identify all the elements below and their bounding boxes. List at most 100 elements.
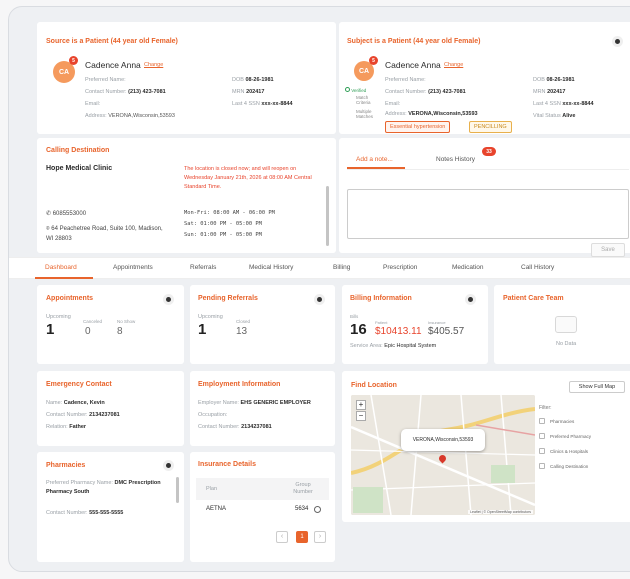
subject-patient-card: Subject is a Patient (44 year old Female… [339,22,630,134]
info-icon[interactable] [163,460,174,471]
filter-checkbox-calling-destination[interactable] [539,463,545,469]
verified-status: Verified [345,87,366,93]
info-icon[interactable] [465,294,476,305]
upcoming-count: 1 [46,321,55,338]
appointments-title: Appointments [46,295,94,302]
bills-label: Bills [350,314,359,319]
change-link[interactable]: Change [144,62,163,68]
noshow-label: No Show [117,319,136,324]
match-criteria-link[interactable]: Match Criteria [356,95,376,105]
tab-medical-history[interactable]: Medical History [249,264,293,271]
current-page[interactable]: 1 [296,531,308,543]
scrollbar[interactable] [326,186,329,246]
emergency-title: Emergency Contact [46,381,112,388]
source-title: Source is a Patient (44 year old Female) [46,38,178,45]
canceled-label: Canceled [83,319,103,324]
emergency-contact-card: Emergency Contact Name: Cadence, Kevin C… [37,371,184,446]
care-team-title: Patient Care Team [503,295,564,302]
filter-checkbox-clinics[interactable] [539,448,545,454]
upcoming-label: Upcoming [46,314,71,320]
preferred-name-label: Preferred Name: [385,77,426,83]
main-tabs: Dashboard Appointments Referrals Medical… [9,257,630,279]
vital-status: Vital Status Alive [533,113,576,119]
tab-notes-history[interactable]: Notes History [436,156,475,163]
tab-dashboard[interactable]: Dashboard [45,264,77,271]
patient-name: Cadence Anna [385,60,441,70]
address: Address: VERONA,Wisconsin,53593 [385,111,478,117]
table-row: AETNA 5634 [196,502,329,516]
next-page-button[interactable]: › [314,531,326,543]
filter-checkbox-preferred-pharmacy[interactable] [539,433,545,439]
col-plan: Plan [206,486,218,492]
clinic-name: Hope Medical Clinic [46,165,113,172]
upcoming-label: Upcoming [198,314,223,320]
info-circle-icon[interactable] [314,506,321,513]
table-header: Plan Group Number [196,478,329,500]
calling-destination-card: Calling Destination Hope Medical Clinic … [37,138,336,253]
pharmacy-contact: Contact Number: 555-555-5555 [46,510,124,516]
address: Address: VERONA,Wisconsin,53593 [85,113,175,119]
hours-sunday: Sun: 01:00 PM - 05:00 PM [184,232,262,238]
tab-prescription[interactable]: Prescription [383,264,417,271]
closed-notice: The location is closed now; and will reo… [184,166,312,190]
employment-card: Employment Information Employer Name: EH… [190,371,335,446]
noshow-count: 8 [117,326,123,337]
alert-badge: 5 [369,56,378,65]
change-link[interactable]: Change [444,62,463,68]
save-button[interactable]: Save [591,243,625,257]
insurance-title: Insurance Details [198,461,256,468]
billing-card: Billing Information Bills 16 Patient $10… [342,285,488,364]
filter-checkbox-pharmacies[interactable] [539,418,545,424]
notes-count-badge: 33 [482,147,496,156]
pharmacies-card: Pharmacies Preferred Pharmacy Name: DMC … [37,452,184,562]
no-data-text: No Data [556,341,577,347]
note-input[interactable] [347,189,629,239]
condition-tag: Essential hypertension [385,121,451,133]
scrollbar[interactable] [176,477,179,503]
active-tab-indicator [35,277,93,279]
insurance-amount: $405.57 [428,326,465,337]
tab-medication[interactable]: Medication [452,264,483,271]
referrals-title: Pending Referrals [198,295,258,302]
tab-referrals[interactable]: Referrals [190,264,216,271]
subject-title: Subject is a Patient (44 year old Female… [347,38,481,45]
insurance-amount-label: Insurance [428,320,446,325]
filter-label-preferred-pharmacy: Preferred Pharmacy [550,434,592,439]
info-icon[interactable] [163,294,174,305]
hours-weekday: Mon-Fri: 08:00 AM - 06:00 PM [184,210,275,216]
check-icon [345,87,350,92]
prev-page-button[interactable]: ‹ [276,531,288,543]
contact-number: Contact Number: (213) 423-7081 [385,89,466,95]
hours-saturday: Sat: 01:00 PM - 05:00 PM [184,221,262,227]
info-icon[interactable] [314,294,325,305]
emergency-relation: Relation: Father [46,424,87,430]
group-cell: 5634 [295,506,309,512]
source-patient-card: Source is a Patient (44 year old Female)… [37,22,336,134]
preferred-pharmacy: Preferred Pharmacy Name: DMC Prescriptio… [46,480,161,495]
billing-title: Billing Information [350,295,412,302]
contact-number: Contact Number: (213) 423-7081 [85,89,166,95]
col-group: Group Number [293,482,313,495]
tab-billing[interactable]: Billing [333,264,350,271]
ssn: Last 4 SSN xxx-xx-8844 [533,101,594,107]
info-icon[interactable] [612,36,623,47]
zoom-out-button[interactable]: − [356,411,366,421]
tab-appointments[interactable]: Appointments [113,264,153,271]
phone-icon: ✆ [46,211,52,217]
map[interactable]: + − VERONA,Wisconsin,53593 Leaflet | © O… [351,395,535,515]
closed-label: Closed [236,319,251,324]
tab-add-note[interactable]: Add a note... [356,156,393,163]
mrn: MRN 202417 [533,89,566,95]
care-team-card: Patient Care Team No Data [494,285,630,364]
email-label: Email: [85,101,101,107]
filter-label-calling-destination: Calling Destination [550,464,589,469]
occupation-label: Occupation: [198,412,228,418]
employer-name: Employer Name: EHS GENERIC EMPLOYER [198,400,311,406]
multiple-matches-link[interactable]: Multiple Matches [356,109,378,119]
dob: DOB 08-26-1981 [533,77,575,83]
filter-label: Filter: [539,405,552,411]
tab-call-history[interactable]: Call History [521,264,554,271]
zoom-in-button[interactable]: + [356,400,366,410]
upcoming-count: 1 [198,321,207,338]
show-full-map-button[interactable]: Show Full Map [569,381,625,393]
